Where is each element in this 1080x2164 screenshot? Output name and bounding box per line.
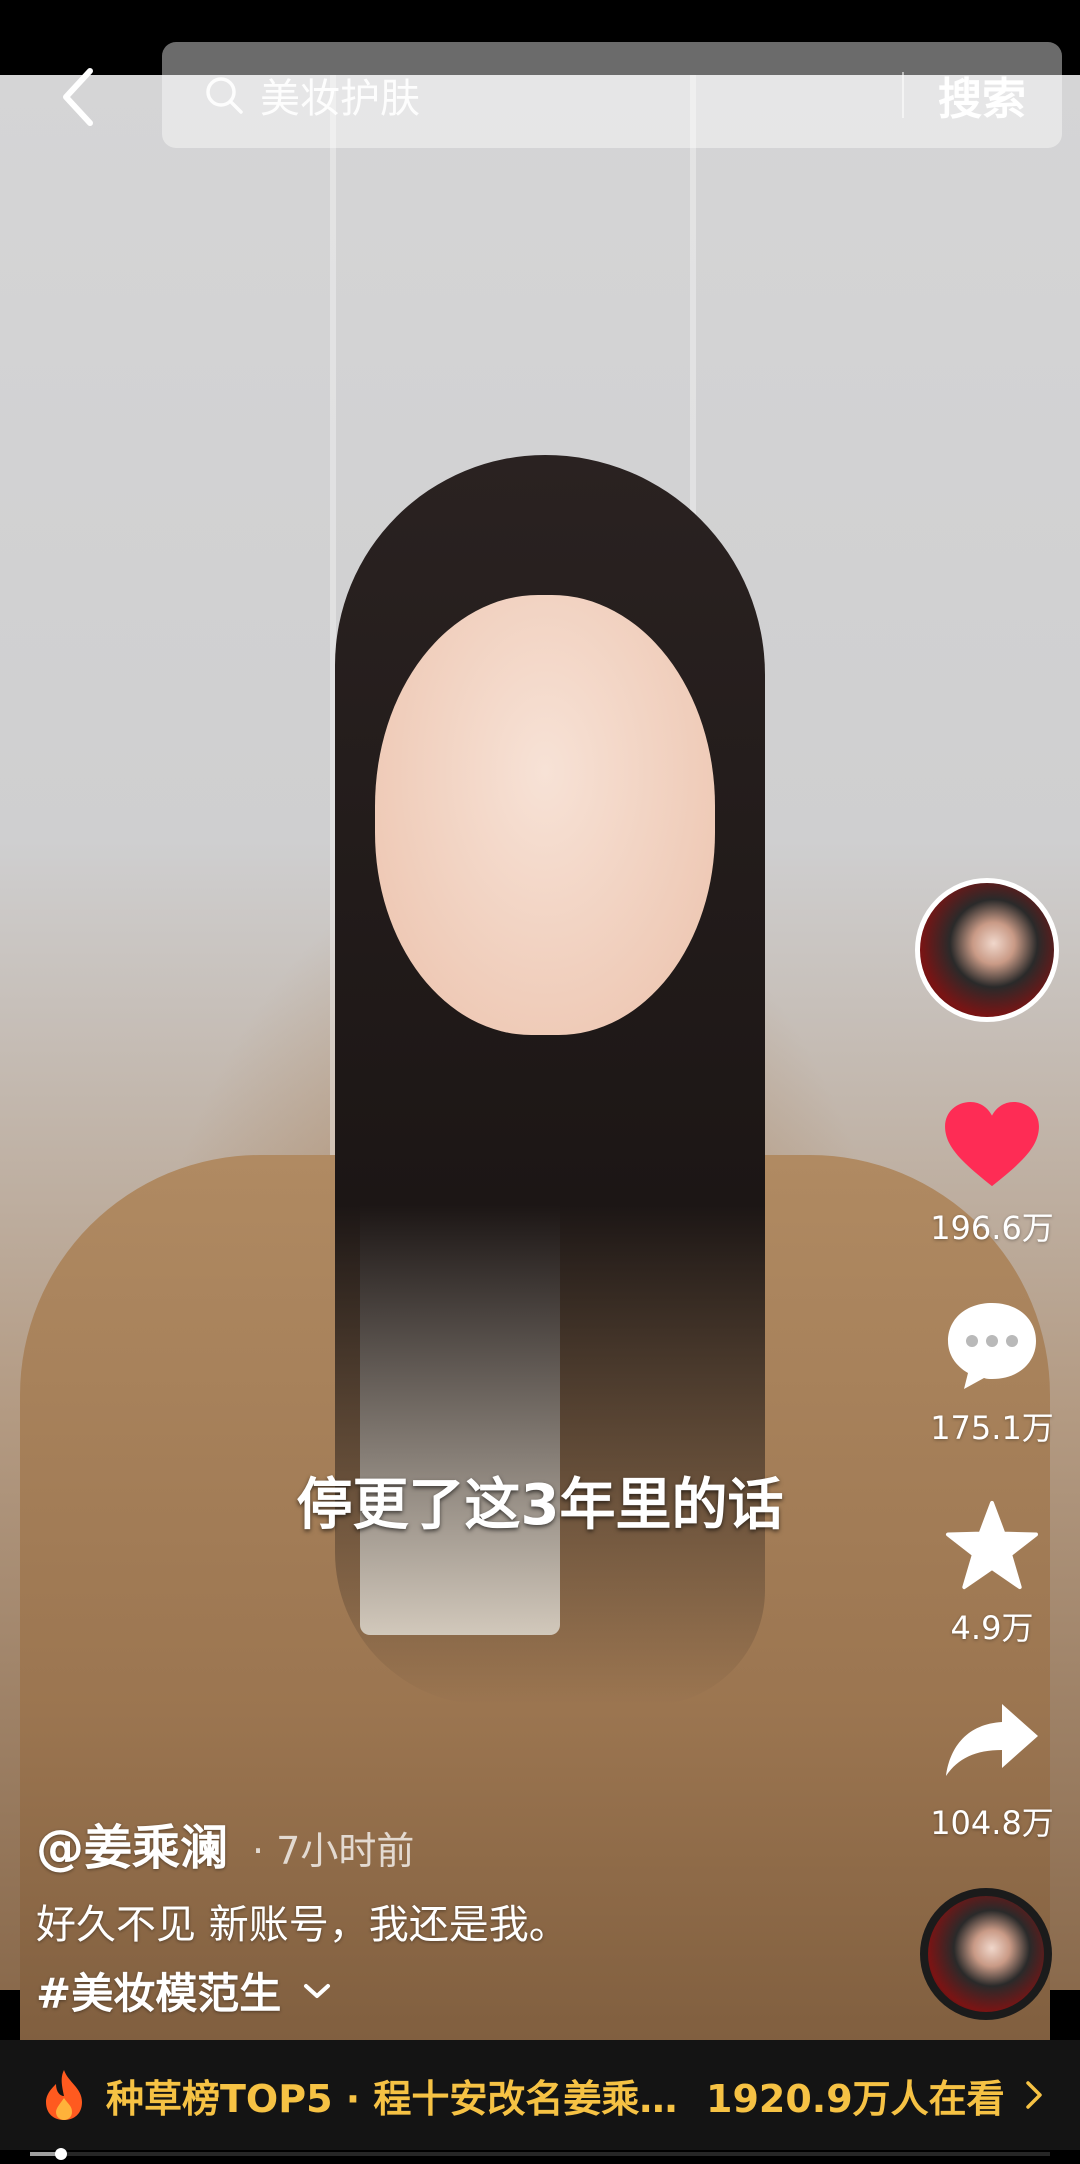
- author-name[interactable]: @姜乘澜: [36, 1808, 228, 1878]
- search-input[interactable]: 美妆护肤: [260, 66, 902, 124]
- search-divider: [902, 72, 904, 118]
- video-player-screen: 美妆护肤 搜索 196.6万 175.1万 4.9万 104.8万 停更了这3年…: [0, 0, 1080, 2164]
- favorite-count: 4.9万: [950, 1609, 1034, 1647]
- author-line: @姜乘澜 · 7小时前: [36, 1808, 896, 1878]
- playback-progress-bar[interactable]: [30, 2148, 1050, 2160]
- chevron-right-icon[interactable]: [1019, 2075, 1049, 2115]
- post-time: · 7小时前: [252, 1829, 415, 1873]
- video-description: 好久不见 新账号，我还是我。: [36, 1902, 569, 1948]
- music-disc[interactable]: [920, 1888, 1052, 2020]
- playback-progress-thumb[interactable]: [54, 2148, 67, 2160]
- share-count: 104.8万: [930, 1804, 1054, 1842]
- heart-icon: [942, 1095, 1042, 1195]
- like-count: 196.6万: [930, 1209, 1054, 1247]
- search-bar[interactable]: 美妆护肤 搜索: [162, 42, 1062, 148]
- back-arrow-icon: [63, 68, 93, 126]
- comment-icon: [942, 1295, 1042, 1395]
- comment-count: 175.1万: [930, 1409, 1054, 1447]
- hashtag-line: #美妆模范生: [36, 1960, 896, 2021]
- video-subtitle: 停更了这3年里的话: [296, 1473, 784, 1538]
- trending-title[interactable]: 种草榜TOP5 · 程十安改名姜乘…: [106, 2068, 686, 2123]
- author-avatar[interactable]: [915, 878, 1059, 1022]
- trending-viewers: 1920.9万人在看: [706, 2076, 1005, 2121]
- chevron-down-icon[interactable]: [299, 1973, 335, 2009]
- hashtag-link[interactable]: #美妆模范生: [36, 1960, 281, 2021]
- search-icon: [204, 75, 244, 115]
- share-button[interactable]: 104.8万: [912, 1690, 1072, 1844]
- caption-block: @姜乘澜 · 7小时前 好久不见 新账号，我还是我。 #美妆模范生: [36, 1808, 896, 2021]
- share-icon: [942, 1690, 1042, 1790]
- back-button[interactable]: [48, 62, 108, 132]
- like-button[interactable]: 196.6万: [912, 1095, 1072, 1249]
- trending-bar[interactable]: 种草榜TOP5 · 程十安改名姜乘… 1920.9万人在看: [0, 2040, 1080, 2150]
- search-button[interactable]: 搜索: [938, 63, 1026, 127]
- comment-button[interactable]: 175.1万: [912, 1295, 1072, 1449]
- person-face: [375, 595, 715, 1035]
- fire-icon: [40, 2067, 88, 2123]
